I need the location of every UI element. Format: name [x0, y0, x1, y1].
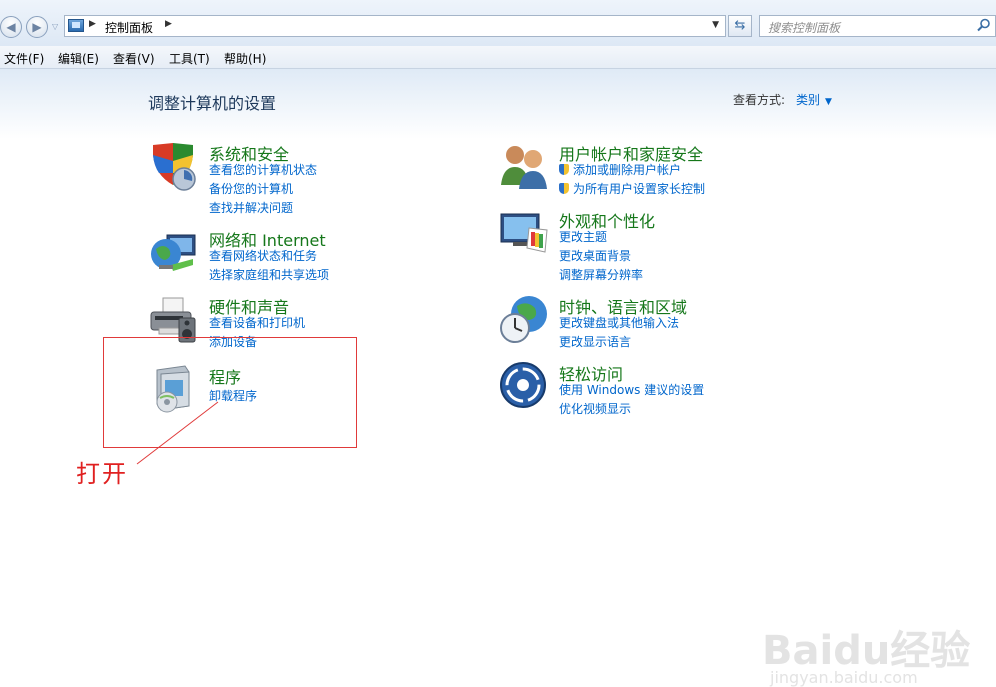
control-panel-icon — [68, 19, 84, 32]
menu-help[interactable]: 帮助(H) — [224, 50, 266, 67]
address-bar[interactable]: ▶ 控制面板 ▶ ▼ — [64, 15, 726, 37]
address-dropdown-icon[interactable]: ▼ — [712, 20, 719, 30]
breadcrumb-chevron-icon[interactable]: ▶ — [165, 19, 172, 29]
annotation-label: 打开 — [76, 460, 128, 488]
back-arrow-icon: ◀ — [6, 20, 16, 34]
search-input[interactable]: 搜索控制面板 — [768, 19, 840, 36]
breadcrumb-control-panel[interactable]: 控制面板 — [105, 19, 153, 36]
annotation-pointer-line — [136, 401, 219, 465]
menu-view[interactable]: 查看(V) — [113, 50, 155, 67]
refresh-icon: ⇆ — [734, 18, 746, 33]
search-icon[interactable] — [977, 18, 991, 36]
menu-edit[interactable]: 编辑(E) — [58, 50, 99, 67]
recent-pages-dropdown-icon[interactable]: ▽ — [52, 22, 58, 31]
breadcrumb-chevron-icon[interactable]: ▶ — [89, 19, 96, 29]
watermark-url: jingyan.baidu.com — [770, 668, 918, 687]
forward-arrow-icon: ▶ — [32, 20, 42, 34]
control-panel-content: 调整计算机的设置 查看方式: 类别 ▼ 系统和安全 查看您的计算机状态 备份您的计… — [0, 69, 996, 687]
menu-tools[interactable]: 工具(T) — [169, 50, 210, 67]
address-toolbar: ◀ ▶ ▽ ▶ 控制面板 ▶ ▼ ⇆ 搜索控制面板 — [0, 0, 996, 46]
menu-file[interactable]: 文件(F) — [4, 50, 44, 67]
menu-bar: 文件(F) 编辑(E) 查看(V) 工具(T) 帮助(H) — [0, 46, 996, 69]
search-box[interactable]: 搜索控制面板 — [759, 15, 996, 37]
back-button[interactable]: ◀ — [0, 16, 22, 38]
refresh-button[interactable]: ⇆ — [728, 15, 752, 37]
forward-button[interactable]: ▶ — [26, 16, 48, 38]
